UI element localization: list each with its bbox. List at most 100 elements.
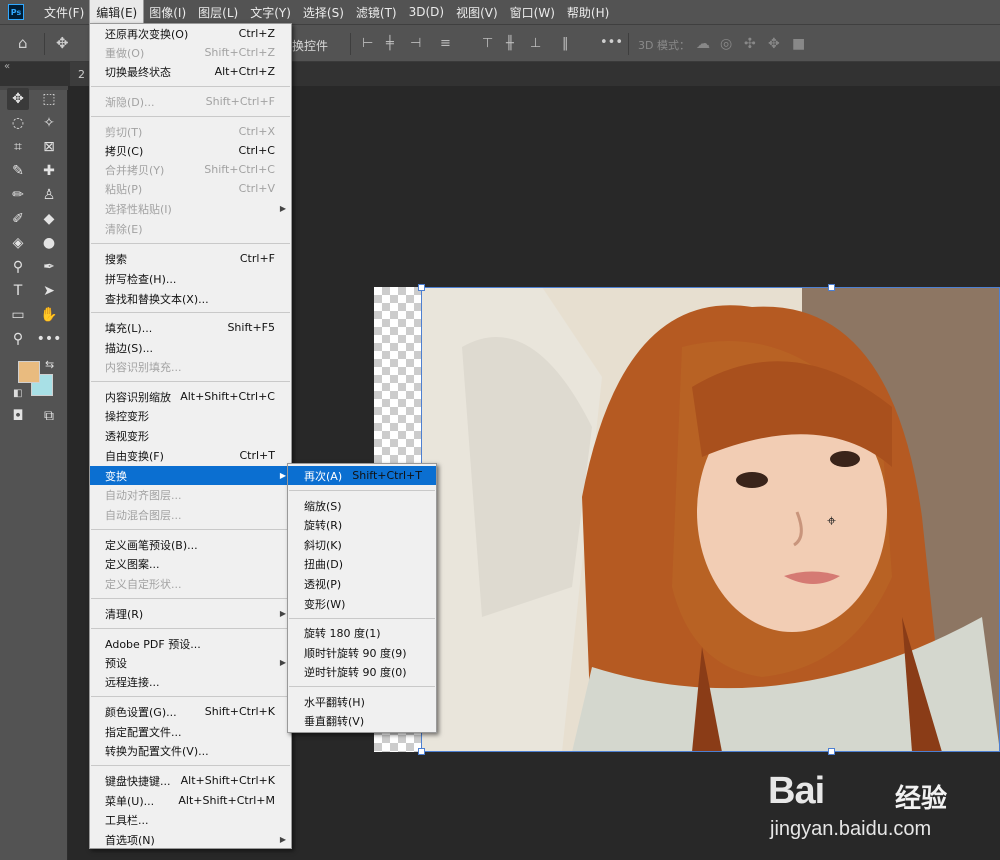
distribute-icon[interactable]: ≡ — [440, 36, 451, 51]
menu-item-content-aware-fill[interactable]: 内容识别填充... — [90, 357, 291, 376]
frame-tool-icon[interactable]: ⊠ — [38, 136, 60, 158]
zoom-tool-icon[interactable]: ⚲ — [7, 328, 29, 350]
menu-item-again[interactable]: 再次(A) Shift+Ctrl+T — [288, 466, 436, 485]
menu-item-menus[interactable]: 菜单(U)... Alt+Shift+Ctrl+M — [90, 791, 291, 810]
align-bottom-icon[interactable]: ⊥ — [530, 36, 541, 51]
menu-item-perspective-warp[interactable]: 透视变形 — [90, 426, 291, 445]
lasso-tool-icon[interactable]: ◌ — [7, 112, 29, 134]
menu-item-define-pattern[interactable]: 定义图案... — [90, 554, 291, 573]
menu-item-rotate-180[interactable]: 旋转 180 度(1) — [288, 623, 436, 642]
3d-roll-icon[interactable]: ◎ — [720, 36, 732, 52]
menu-type[interactable]: 文字(Y) — [244, 0, 297, 24]
menu-item-toolbar[interactable]: 工具栏... — [90, 810, 291, 829]
align-left-icon[interactable]: ⊢ — [362, 36, 373, 51]
menu-item-paste-special[interactable]: 选择性粘贴(I) ▶ — [90, 199, 291, 218]
default-colors-icon[interactable]: ◧ — [13, 388, 22, 399]
move-tool-icon[interactable]: ✥ — [7, 88, 29, 110]
menu-item-spell-check[interactable]: 拼写检查(H)... — [90, 269, 291, 288]
brush-tool-icon[interactable]: ✏ — [7, 184, 29, 206]
menu-window[interactable]: 窗口(W) — [504, 0, 561, 24]
menu-item-flip-horizontal[interactable]: 水平翻转(H) — [288, 692, 436, 711]
menu-image[interactable]: 图像(I) — [143, 0, 192, 24]
menu-item-convert-to-profile[interactable]: 转换为配置文件(V)... — [90, 741, 291, 760]
home-icon[interactable]: ⌂ — [18, 35, 28, 51]
menu-item-flip-vertical[interactable]: 垂直翻转(V) — [288, 711, 436, 730]
menu-item-adobe-pdf-presets[interactable]: Adobe PDF 预设... — [90, 634, 291, 653]
menu-item-copy[interactable]: 拷贝(C) Ctrl+C — [90, 141, 291, 160]
menu-item-perspective[interactable]: 透视(P) — [288, 574, 436, 593]
menu-item-fill[interactable]: 填充(L)... Shift+F5 — [90, 318, 291, 337]
magic-wand-tool-icon[interactable]: ✧ — [38, 112, 60, 134]
clone-stamp-tool-icon[interactable]: ♙ — [38, 184, 60, 206]
crop-tool-icon[interactable]: ⌗ — [7, 136, 29, 158]
3d-pan-icon[interactable]: ✣ — [744, 36, 756, 52]
transform-handle[interactable] — [418, 284, 425, 291]
menu-item-define-shape[interactable]: 定义自定形状... — [90, 574, 291, 593]
edit-toolbar-icon[interactable]: ••• — [37, 328, 62, 350]
foreground-color-swatch[interactable] — [18, 361, 40, 383]
menu-item-undo[interactable]: 还原再次变换(O) Ctrl+Z — [90, 24, 291, 43]
transform-handle[interactable] — [418, 748, 425, 755]
menu-item-paste[interactable]: 粘贴(P) Ctrl+V — [90, 179, 291, 198]
align-hcenter-icon[interactable]: ╪ — [386, 36, 394, 51]
menu-file[interactable]: 文件(F) — [38, 0, 90, 24]
menu-item-distort[interactable]: 扭曲(D) — [288, 554, 436, 573]
dodge-tool-icon[interactable]: ⚲ — [7, 256, 29, 278]
menu-view[interactable]: 视图(V) — [450, 0, 504, 24]
3d-orbit-icon[interactable]: ☁ — [696, 36, 710, 52]
menu-item-free-transform[interactable]: 自由变换(F) Ctrl+T — [90, 446, 291, 465]
menu-help[interactable]: 帮助(H) — [561, 0, 615, 24]
align-top-icon[interactable]: ⊤ — [482, 36, 493, 51]
menu-item-find-replace[interactable]: 查找和替换文本(X)... — [90, 289, 291, 308]
reference-point-icon[interactable]: ⌖ — [827, 513, 843, 529]
path-selection-tool-icon[interactable]: ➤ — [38, 280, 60, 302]
healing-brush-tool-icon[interactable]: ✚ — [38, 160, 60, 182]
swap-colors-icon[interactable]: ⇆ — [45, 358, 54, 371]
more-options-icon[interactable]: ••• — [600, 35, 623, 51]
menu-item-assign-profile[interactable]: 指定配置文件... — [90, 722, 291, 741]
menu-item-scale[interactable]: 缩放(S) — [288, 496, 436, 515]
move-tool-preset-icon[interactable]: ✥ — [56, 35, 69, 51]
3d-slide-icon[interactable]: ✥ — [768, 36, 780, 52]
screen-mode-icon[interactable]: ⧉ — [38, 405, 60, 427]
3d-scale-icon[interactable]: ■ — [792, 36, 805, 52]
menu-item-rotate-90-ccw[interactable]: 逆时针旋转 90 度(0) — [288, 662, 436, 681]
menu-item-redo[interactable]: 重做(O) Shift+Ctrl+Z — [90, 43, 291, 62]
menu-item-stroke[interactable]: 描边(S)... — [90, 338, 291, 357]
menu-item-fade[interactable]: 渐隐(D)... Shift+Ctrl+F — [90, 92, 291, 111]
menu-item-purge[interactable]: 清理(R) ▶ — [90, 604, 291, 623]
collapse-panels-icon[interactable]: « — [4, 61, 10, 72]
hand-tool-icon[interactable]: ✋ — [38, 304, 60, 326]
menu-item-define-brush[interactable]: 定义画笔预设(B)... — [90, 535, 291, 554]
align-right-icon[interactable]: ⊣ — [410, 36, 421, 51]
menu-item-presets[interactable]: 预设 ▶ — [90, 653, 291, 672]
menu-select[interactable]: 选择(S) — [297, 0, 350, 24]
marquee-tool-icon[interactable]: ⬚ — [38, 88, 60, 110]
menu-item-copy-merged[interactable]: 合并拷贝(Y) Shift+Ctrl+C — [90, 160, 291, 179]
photoshop-logo[interactable]: Ps — [8, 4, 24, 20]
transform-handle[interactable] — [828, 748, 835, 755]
menu-item-auto-blend-layers[interactable]: 自动混合图层... — [90, 505, 291, 524]
menu-item-preferences[interactable]: 首选项(N) ▶ — [90, 830, 291, 849]
menu-item-skew[interactable]: 斜切(K) — [288, 535, 436, 554]
menu-item-auto-align-layers[interactable]: 自动对齐图层... — [90, 485, 291, 504]
menu-item-toggle-last-state[interactable]: 切换最终状态 Alt+Ctrl+Z — [90, 62, 291, 81]
align-vcenter-icon[interactable]: ╫ — [506, 36, 514, 51]
menu-item-puppet-warp[interactable]: 操控变形 — [90, 406, 291, 425]
menu-item-search[interactable]: 搜索 Ctrl+F — [90, 249, 291, 268]
menu-3d[interactable]: 3D(D) — [403, 0, 450, 24]
menu-item-rotate-90-cw[interactable]: 顺时针旋转 90 度(9) — [288, 643, 436, 662]
menu-item-remote-connections[interactable]: 远程连接... — [90, 672, 291, 691]
show-transform-controls-label[interactable]: 换控件 — [292, 37, 328, 54]
menu-item-cut[interactable]: 剪切(T) Ctrl+X — [90, 122, 291, 141]
pen-tool-icon[interactable]: ✒ — [38, 256, 60, 278]
blur-tool-icon[interactable]: ● — [38, 232, 60, 254]
menu-item-content-aware-scale[interactable]: 内容识别缩放 Alt+Shift+Ctrl+C — [90, 387, 291, 406]
menu-item-clear[interactable]: 清除(E) — [90, 219, 291, 238]
distribute-vertical-icon[interactable]: ‖ — [562, 36, 569, 51]
rectangle-tool-icon[interactable]: ▭ — [7, 304, 29, 326]
menu-item-rotate[interactable]: 旋转(R) — [288, 515, 436, 534]
paint-bucket-tool-icon[interactable]: ◈ — [7, 232, 29, 254]
menu-filter[interactable]: 滤镜(T) — [350, 0, 403, 24]
menu-item-color-settings[interactable]: 颜色设置(G)... Shift+Ctrl+K — [90, 702, 291, 721]
